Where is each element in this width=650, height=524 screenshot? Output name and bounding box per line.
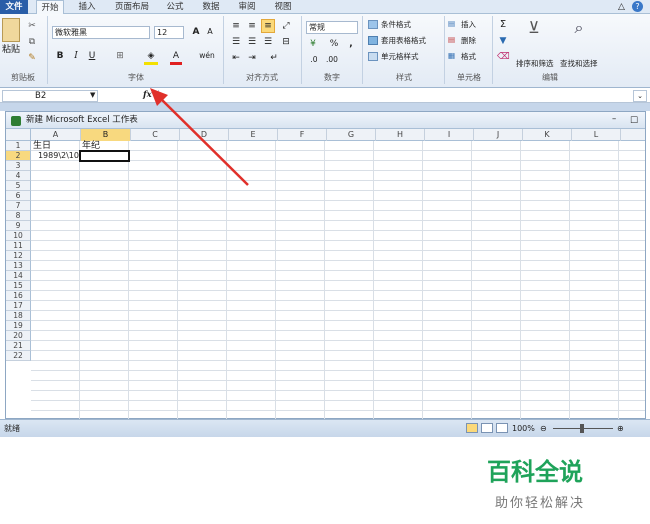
arrow-shaft — [157, 95, 249, 186]
zoom-in-icon[interactable]: ⊕ — [617, 420, 624, 437]
page-break-view-icon[interactable] — [496, 423, 508, 433]
normal-view-icon[interactable] — [466, 423, 478, 433]
annotation-arrow — [150, 88, 249, 186]
status-bar: 就绪 100% ⊖ ⊕ — [0, 419, 650, 437]
status-ready: 就绪 — [4, 424, 20, 433]
zoom-slider-thumb[interactable] — [580, 424, 584, 433]
page-layout-view-icon[interactable] — [481, 423, 493, 433]
watermark-sub: 助你轻松解决 — [495, 496, 586, 511]
watermark-main: 百科全说 — [487, 458, 583, 486]
zoom-level[interactable]: 100% — [512, 420, 535, 437]
zoom-out-icon[interactable]: ⊖ — [540, 420, 547, 437]
watermark: 百科全说 助你轻松解决 — [469, 452, 631, 524]
